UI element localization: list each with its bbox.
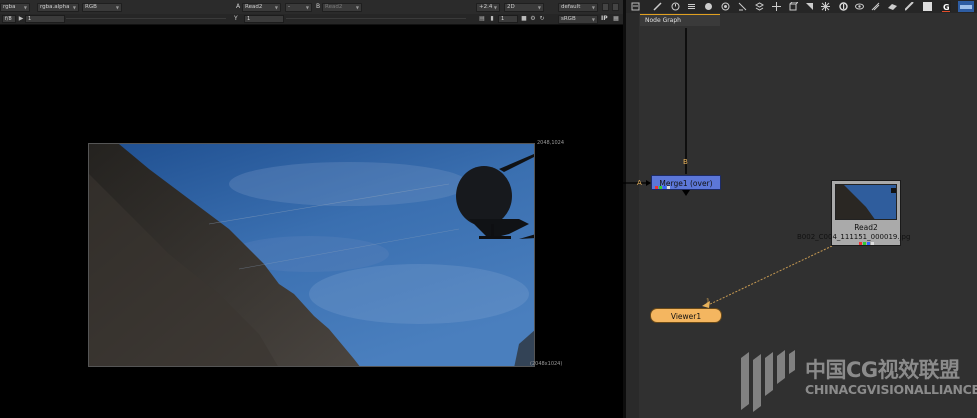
red-channel-indicator: [655, 186, 658, 189]
alpha-channel-indicator: [871, 242, 874, 245]
blue-channel-indicator: [867, 242, 870, 245]
viewer-node-label: Viewer1: [670, 312, 702, 321]
green-channel-indicator: [863, 242, 866, 245]
viewer-node[interactable]: Viewer1: [650, 308, 722, 323]
merge-input-b-label: B: [683, 158, 688, 166]
green-channel-indicator: [659, 186, 662, 189]
red-channel-indicator: [859, 242, 862, 245]
merge-node[interactable]: Merge1 (over): [651, 175, 721, 190]
watermark-chinese-text: 中国CG视效联盟: [805, 358, 960, 382]
merge-input-a-label: A: [637, 179, 642, 187]
watermark-logo-icon: [741, 350, 795, 412]
viewer-input-index: 1: [706, 298, 710, 305]
viewer-input-pipe[interactable]: [705, 245, 833, 307]
read-node-label: Read2: [854, 223, 878, 232]
watermark: 中国CG视效联盟 CHINACGVISIONALLIANCE: [737, 346, 977, 416]
blue-channel-indicator: [663, 186, 666, 189]
read-node-filename: B002_C004_111151_000019.jpg: [797, 233, 911, 241]
read-node-thumbnail: [835, 184, 897, 220]
thumbnail-image: [836, 185, 896, 219]
merge-output-arrow-icon: [682, 190, 690, 196]
alpha-channel-indicator: [667, 186, 670, 189]
watermark-english-text: CHINACGVISIONALLIANCE: [805, 382, 977, 397]
